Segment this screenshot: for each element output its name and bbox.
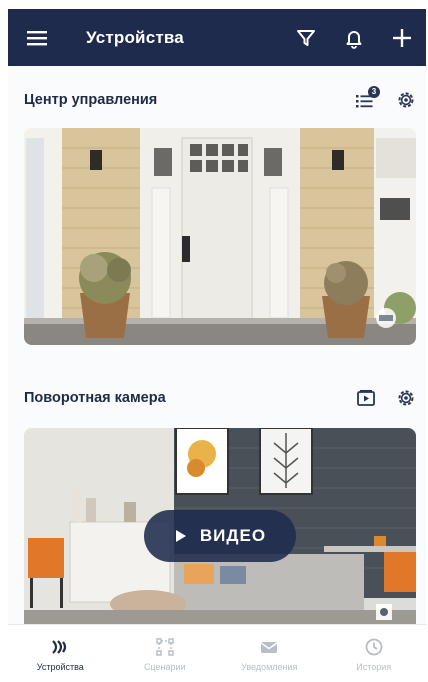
play-icon xyxy=(175,530,186,542)
mail-icon xyxy=(260,641,278,653)
tab-scenarios[interactable]: Сценарии xyxy=(113,625,218,682)
porch-snapshot xyxy=(24,128,416,345)
video-button-label: ВИДЕО xyxy=(199,526,267,545)
device-settings-button[interactable] xyxy=(386,80,426,120)
camera-preview-porch[interactable] xyxy=(24,128,416,345)
menu-icon xyxy=(27,30,47,45)
add-device-button[interactable] xyxy=(378,9,426,66)
tab-notifications[interactable]: Уведомления xyxy=(217,625,322,682)
device-card-header: Поворотная камера xyxy=(8,378,426,418)
tab-label: Уведомления xyxy=(241,661,298,672)
tab-label: Устройства xyxy=(36,661,84,672)
device-events-button[interactable]: 3 xyxy=(346,80,386,120)
device-playback-button[interactable] xyxy=(346,378,386,418)
plus-icon xyxy=(393,28,411,47)
video-button[interactable]: ВИДЕО xyxy=(144,510,296,562)
bell-icon xyxy=(346,30,362,49)
page-title: Устройства xyxy=(86,27,184,47)
filter-button[interactable] xyxy=(282,9,330,66)
events-count-badge: 3 xyxy=(368,86,380,98)
devices-icon xyxy=(52,639,67,654)
history-icon xyxy=(365,638,383,655)
tab-label: История xyxy=(356,661,392,672)
device-name: Поворотная камера xyxy=(24,390,166,406)
notifications-button[interactable] xyxy=(330,9,378,66)
tab-devices[interactable]: Устройства xyxy=(8,625,113,682)
filter-icon xyxy=(297,29,315,46)
tab-label: Сценарии xyxy=(143,661,186,672)
device-card-header: Центр управления 3 xyxy=(8,80,426,120)
bottom-navigation: Устройства Сценарии Уведомления История xyxy=(8,624,426,682)
app-header: Устройства xyxy=(8,9,426,66)
device-name: Центр управления xyxy=(24,92,158,108)
scenarios-icon xyxy=(156,637,174,656)
gear-icon xyxy=(398,390,414,406)
menu-button[interactable] xyxy=(8,9,66,66)
tab-history[interactable]: История xyxy=(322,625,427,682)
device-settings-button[interactable] xyxy=(386,378,426,418)
gear-icon xyxy=(398,92,414,108)
playback-icon xyxy=(357,390,375,406)
